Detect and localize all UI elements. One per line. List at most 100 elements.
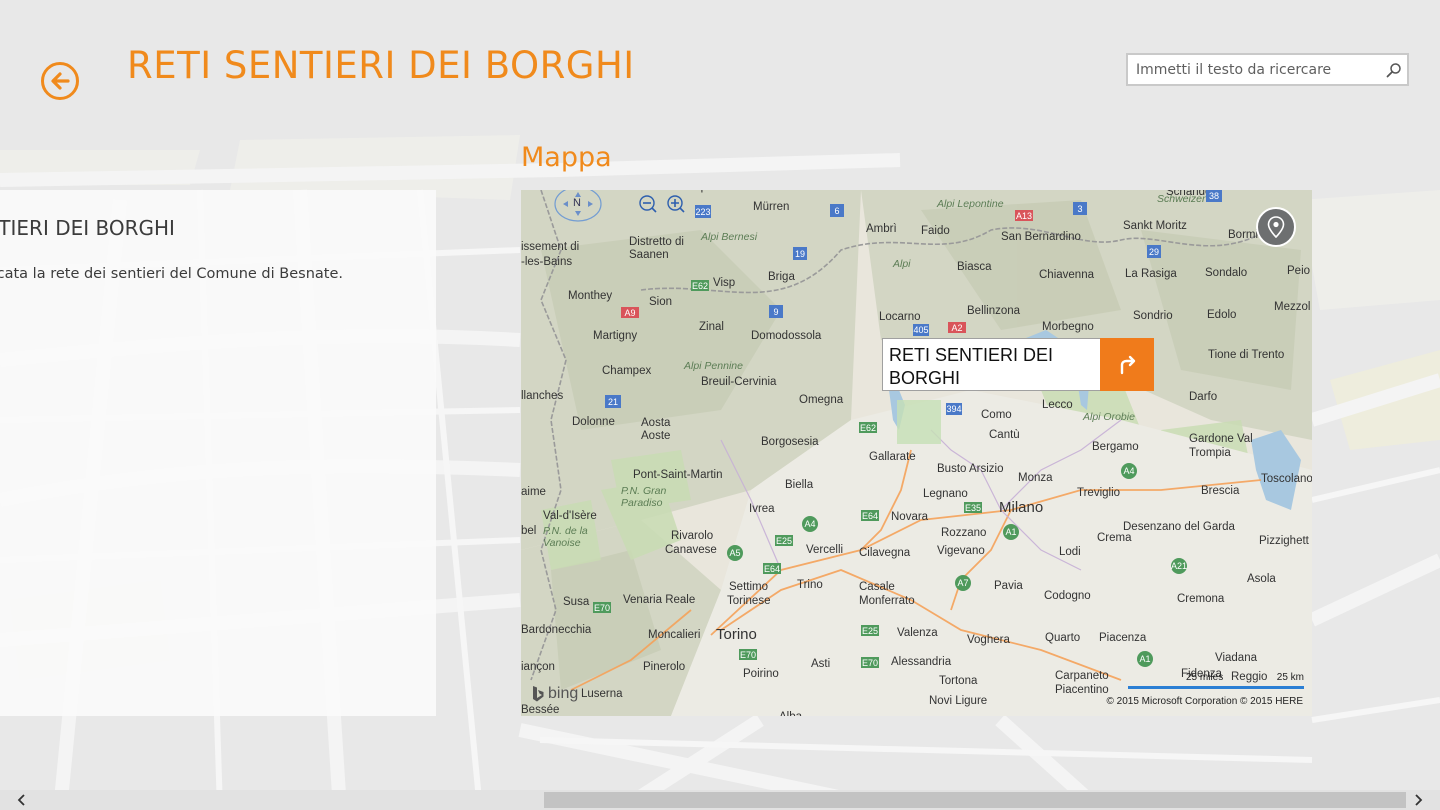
svg-text:Lodi: Lodi [1059,546,1081,558]
zoom-out-button[interactable] [638,194,658,214]
svg-text:Edolo: Edolo [1207,309,1236,321]
svg-text:Pont-Saint-Martin: Pont-Saint-Martin [633,469,722,481]
svg-text:Treviglio: Treviglio [1077,487,1120,499]
svg-text:Vigevano: Vigevano [937,545,985,557]
svg-text:Vanoise: Vanoise [543,537,581,549]
svg-text:Champex: Champex [602,365,651,377]
svg-text:9: 9 [773,307,778,317]
svg-text:Moncalieri: Moncalieri [648,629,700,641]
svg-text:6: 6 [834,206,839,216]
svg-text:P.N. Gran: P.N. Gran [621,485,666,497]
svg-text:A9: A9 [624,308,635,318]
svg-text:Bellinzona: Bellinzona [967,305,1021,317]
svg-text:Alpi Bernesi: Alpi Bernesi [700,231,758,243]
svg-text:E70: E70 [862,658,878,668]
svg-text:Darfo: Darfo [1189,391,1217,403]
chevron-left-icon [17,794,25,806]
svg-text:Spiez: Spiez [693,190,722,193]
svg-text:Novi Ligure: Novi Ligure [929,695,987,707]
svg-text:A1: A1 [1139,654,1150,664]
svg-text:A13: A13 [1016,211,1032,221]
svg-text:Vercelli: Vercelli [806,544,843,556]
svg-text:A1: A1 [1005,527,1016,537]
svg-text:Zinal: Zinal [699,321,724,333]
svg-text:Distretto di: Distretto di [629,236,684,248]
svg-text:Trompia: Trompia [1189,447,1231,459]
svg-text:Paradiso: Paradiso [621,497,663,509]
svg-text:Venaria Reale: Venaria Reale [623,594,695,606]
svg-text:Domodossola: Domodossola [751,330,822,342]
svg-text:Ivrea: Ivrea [749,503,775,515]
svg-text:Biasca: Biasca [957,261,992,273]
svg-text:405: 405 [913,325,928,335]
svg-text:Bardonecchia: Bardonecchia [521,624,592,636]
svg-text:Cilavegna: Cilavegna [859,547,911,559]
svg-text:Borgosesia: Borgosesia [761,436,819,448]
svg-text:Saanen: Saanen [629,249,669,261]
back-button[interactable] [41,62,79,100]
svg-text:E25: E25 [776,536,792,546]
svg-text:A4: A4 [804,519,815,529]
svg-text:19: 19 [795,249,805,259]
svg-text:aime: aime [521,486,546,498]
chevron-right-icon [1415,794,1423,806]
infobox-title: RETI SENTIERI DEI BORGHI [889,345,1054,388]
svg-text:29: 29 [1149,247,1159,257]
svg-text:E35: E35 [965,503,981,513]
svg-text:394: 394 [946,404,961,414]
svg-text:Piacenza: Piacenza [1099,632,1147,644]
scale-bar [1128,686,1304,689]
svg-text:Cantù: Cantù [989,429,1020,441]
svg-text:E70: E70 [740,650,756,660]
svg-text:Poirino: Poirino [743,668,779,680]
svg-text:Monza: Monza [1018,472,1053,484]
horizontal-scrollbar[interactable] [0,790,1440,810]
svg-text:Alba: Alba [779,711,803,716]
scale-miles: 25 miles [1186,672,1224,683]
svg-text:Aosta: Aosta [641,417,671,429]
svg-text:Alpi: Alpi [892,258,911,270]
search-input[interactable] [1128,55,1381,84]
directions-icon [1120,355,1136,374]
locate-me-button[interactable] [1256,207,1296,247]
svg-text:A7: A7 [957,578,968,588]
svg-text:Gallarate: Gallarate [869,451,916,463]
compass-control[interactable]: N [553,190,603,222]
directions-button[interactable] [1100,338,1154,391]
svg-text:Omegna: Omegna [799,394,844,406]
svg-text:Milano: Milano [999,499,1043,516]
svg-text:San Bernardino: San Bernardino [1001,231,1081,243]
scale-km: 25 km [1276,672,1304,683]
scroll-left-button[interactable] [12,790,32,810]
svg-text:Faido: Faido [921,225,950,237]
svg-text:Briga: Briga [768,271,795,283]
svg-text:Ambrì: Ambrì [866,223,897,235]
search-icon[interactable] [1381,55,1407,84]
svg-text:Rozzano: Rozzano [941,527,986,539]
map-section-heading: Mappa [521,142,612,173]
svg-text:Rivarolo: Rivarolo [671,530,713,542]
svg-text:Peio: Peio [1287,265,1310,277]
svg-text:bel: bel [521,525,536,537]
zoom-in-icon [667,195,685,213]
zoom-in-button[interactable] [666,194,686,214]
scrollbar-thumb[interactable] [544,792,1406,808]
svg-text:Susa: Susa [563,596,590,608]
svg-text:Breuil-Cervinia: Breuil-Cervinia [701,376,777,388]
svg-text:Desenzano del Garda: Desenzano del Garda [1123,521,1235,533]
svg-text:Pinerolo: Pinerolo [643,661,685,673]
map-view[interactable]: Spiez Mürren Alpi Lepontine Schanders Sc… [521,190,1312,716]
svg-text:Carpaneto: Carpaneto [1055,670,1109,682]
svg-text:Val-d'Isère: Val-d'Isère [543,510,597,522]
svg-text:E25: E25 [862,626,878,636]
svg-text:Bessée: Bessée [521,704,559,716]
svg-text:Biella: Biella [785,479,814,491]
svg-text:Torinese: Torinese [727,595,770,607]
svg-text:issement di: issement di [521,241,579,253]
map-canvas[interactable]: Spiez Mürren Alpi Lepontine Schanders Sc… [521,190,1312,716]
map-infobox[interactable]: RETI SENTIERI DEI BORGHI [882,338,1154,391]
svg-text:Monferrato: Monferrato [859,595,915,607]
search-box[interactable] [1126,53,1409,86]
scroll-right-button[interactable] [1408,790,1428,810]
svg-text:-les-Bains: -les-Bains [521,256,572,268]
